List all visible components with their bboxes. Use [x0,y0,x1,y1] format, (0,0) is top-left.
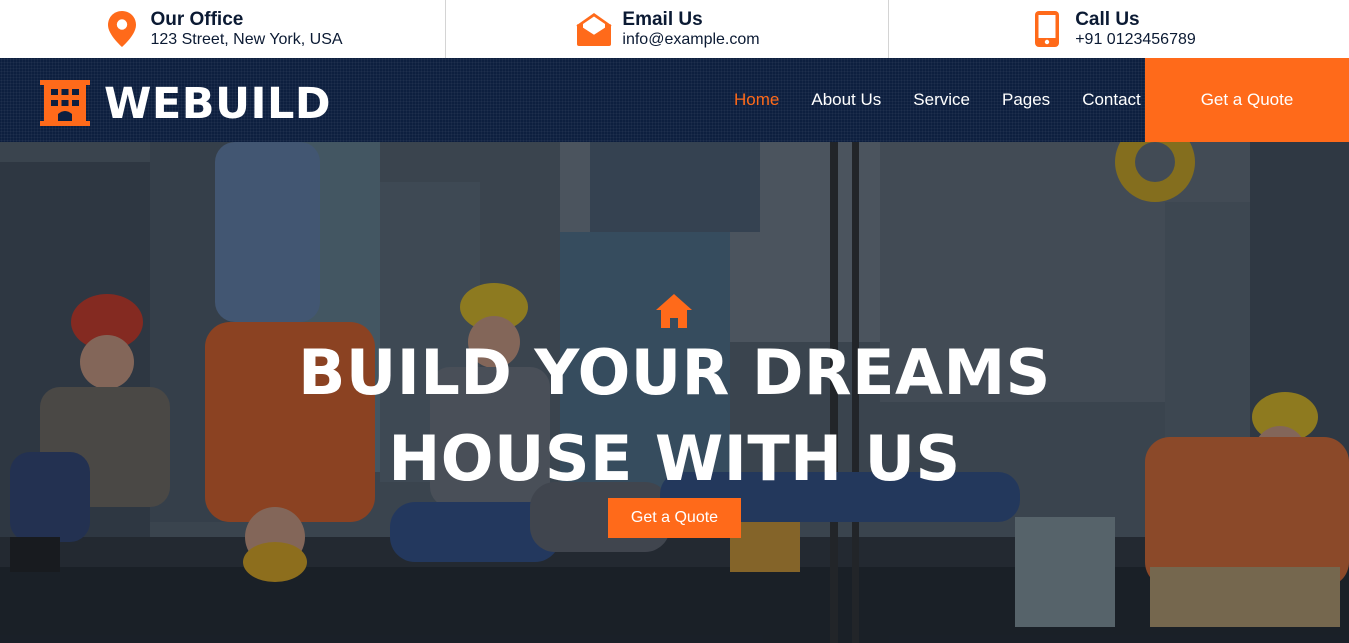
email-info: Email Us info@example.com [445,0,889,58]
home-icon [654,292,694,330]
office-address: 123 Street, New York, USA [150,30,343,48]
header-get-quote-button[interactable]: Get a Quote [1145,58,1349,142]
hero-headline-line1: BUILD YOUR DREAMS [298,336,1051,409]
brand-name: WEBUILD [104,78,332,129]
mobile-phone-icon [1027,9,1067,49]
brand-logo[interactable]: WEBUILD [40,76,331,131]
office-info: Our Office 123 Street, New York, USA [0,0,445,58]
hero-content: BUILD YOUR DREAMS HOUSE WITH US Get a Qu… [0,142,1349,643]
hero-banner: BUILD YOUR DREAMS HOUSE WITH US Get a Qu… [0,142,1349,643]
call-info: Call Us +91 0123456789 [889,0,1334,58]
nav-menu: Home About Us Service Pages Contact [718,58,1157,142]
email-address[interactable]: info@example.com [622,31,759,49]
phone-number[interactable]: +91 0123456789 [1075,31,1196,49]
envelope-open-icon [574,9,614,49]
map-marker-icon [102,9,142,49]
hero-headline-line2: HOUSE WITH US [388,422,961,495]
office-title: Our Office [150,8,244,30]
nav-item-contact[interactable]: Contact [1082,90,1141,110]
email-title: Email Us [622,8,703,30]
nav-item-home[interactable]: Home [734,90,779,110]
hero-get-quote-button[interactable]: Get a Quote [608,498,741,538]
nav-item-pages[interactable]: Pages [1002,90,1050,110]
nav-item-service[interactable]: Service [913,90,970,110]
building-icon [40,76,90,131]
main-navbar: WEBUILD Home About Us Service Pages Cont… [0,58,1349,142]
nav-item-about-us[interactable]: About Us [811,90,881,110]
call-title: Call Us [1075,8,1140,30]
top-contact-bar: Our Office 123 Street, New York, USA Ema… [0,0,1349,58]
